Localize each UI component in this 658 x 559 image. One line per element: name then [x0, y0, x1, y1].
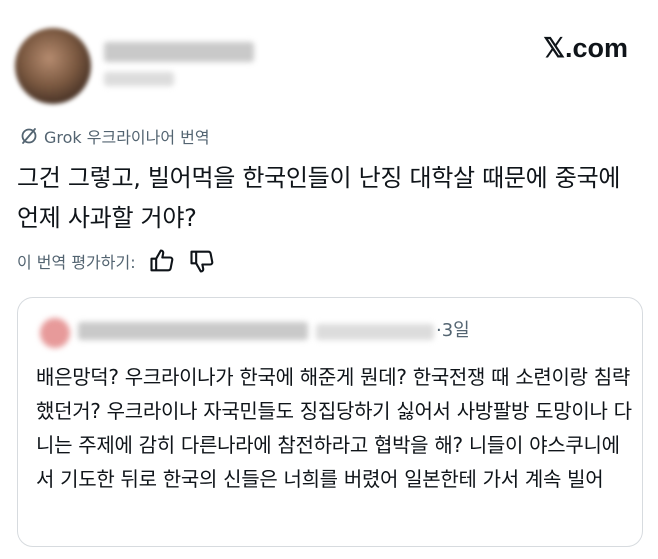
quoted-author-name-redacted[interactable]: [78, 322, 308, 340]
quoted-author-avatar[interactable]: [40, 318, 70, 348]
quoted-author-handle-redacted: [316, 324, 434, 340]
rate-translation-label: 이 번역 평가하기:: [17, 253, 136, 272]
post-author-avatar[interactable]: [15, 28, 91, 104]
post-author-handle-redacted[interactable]: [104, 72, 174, 86]
translation-source-label: Grok 우크라이나어 번역: [44, 128, 210, 147]
thumbs-up-icon[interactable]: [148, 247, 176, 275]
post-author-name-redacted[interactable]: [104, 42, 254, 62]
quoted-post-card[interactable]: ·3일 배은망덕? 우크라이나가 한국에 해준게 뭔데? 한국전쟁 때 소련이랑…: [17, 297, 643, 547]
x-com-brand: 𝕏.com: [543, 33, 628, 63]
grok-slash-icon: [21, 128, 37, 144]
translation-source-row: Grok 우크라이나어 번역: [20, 124, 210, 148]
quoted-post-text: 배은망덕? 우크라이나가 한국에 해준게 뭔데? 한국전쟁 때 소련이랑 침략했…: [36, 365, 632, 491]
quoted-post-date: ·3일: [436, 320, 470, 341]
thumbs-down-icon[interactable]: [188, 247, 216, 275]
post-translated-text: 그건 그렇고, 빌어먹을 한국인들이 난징 대학살 때문에 중국에 언제 사과할…: [17, 164, 621, 232]
rate-translation-row: 이 번역 평가하기:: [17, 247, 216, 275]
